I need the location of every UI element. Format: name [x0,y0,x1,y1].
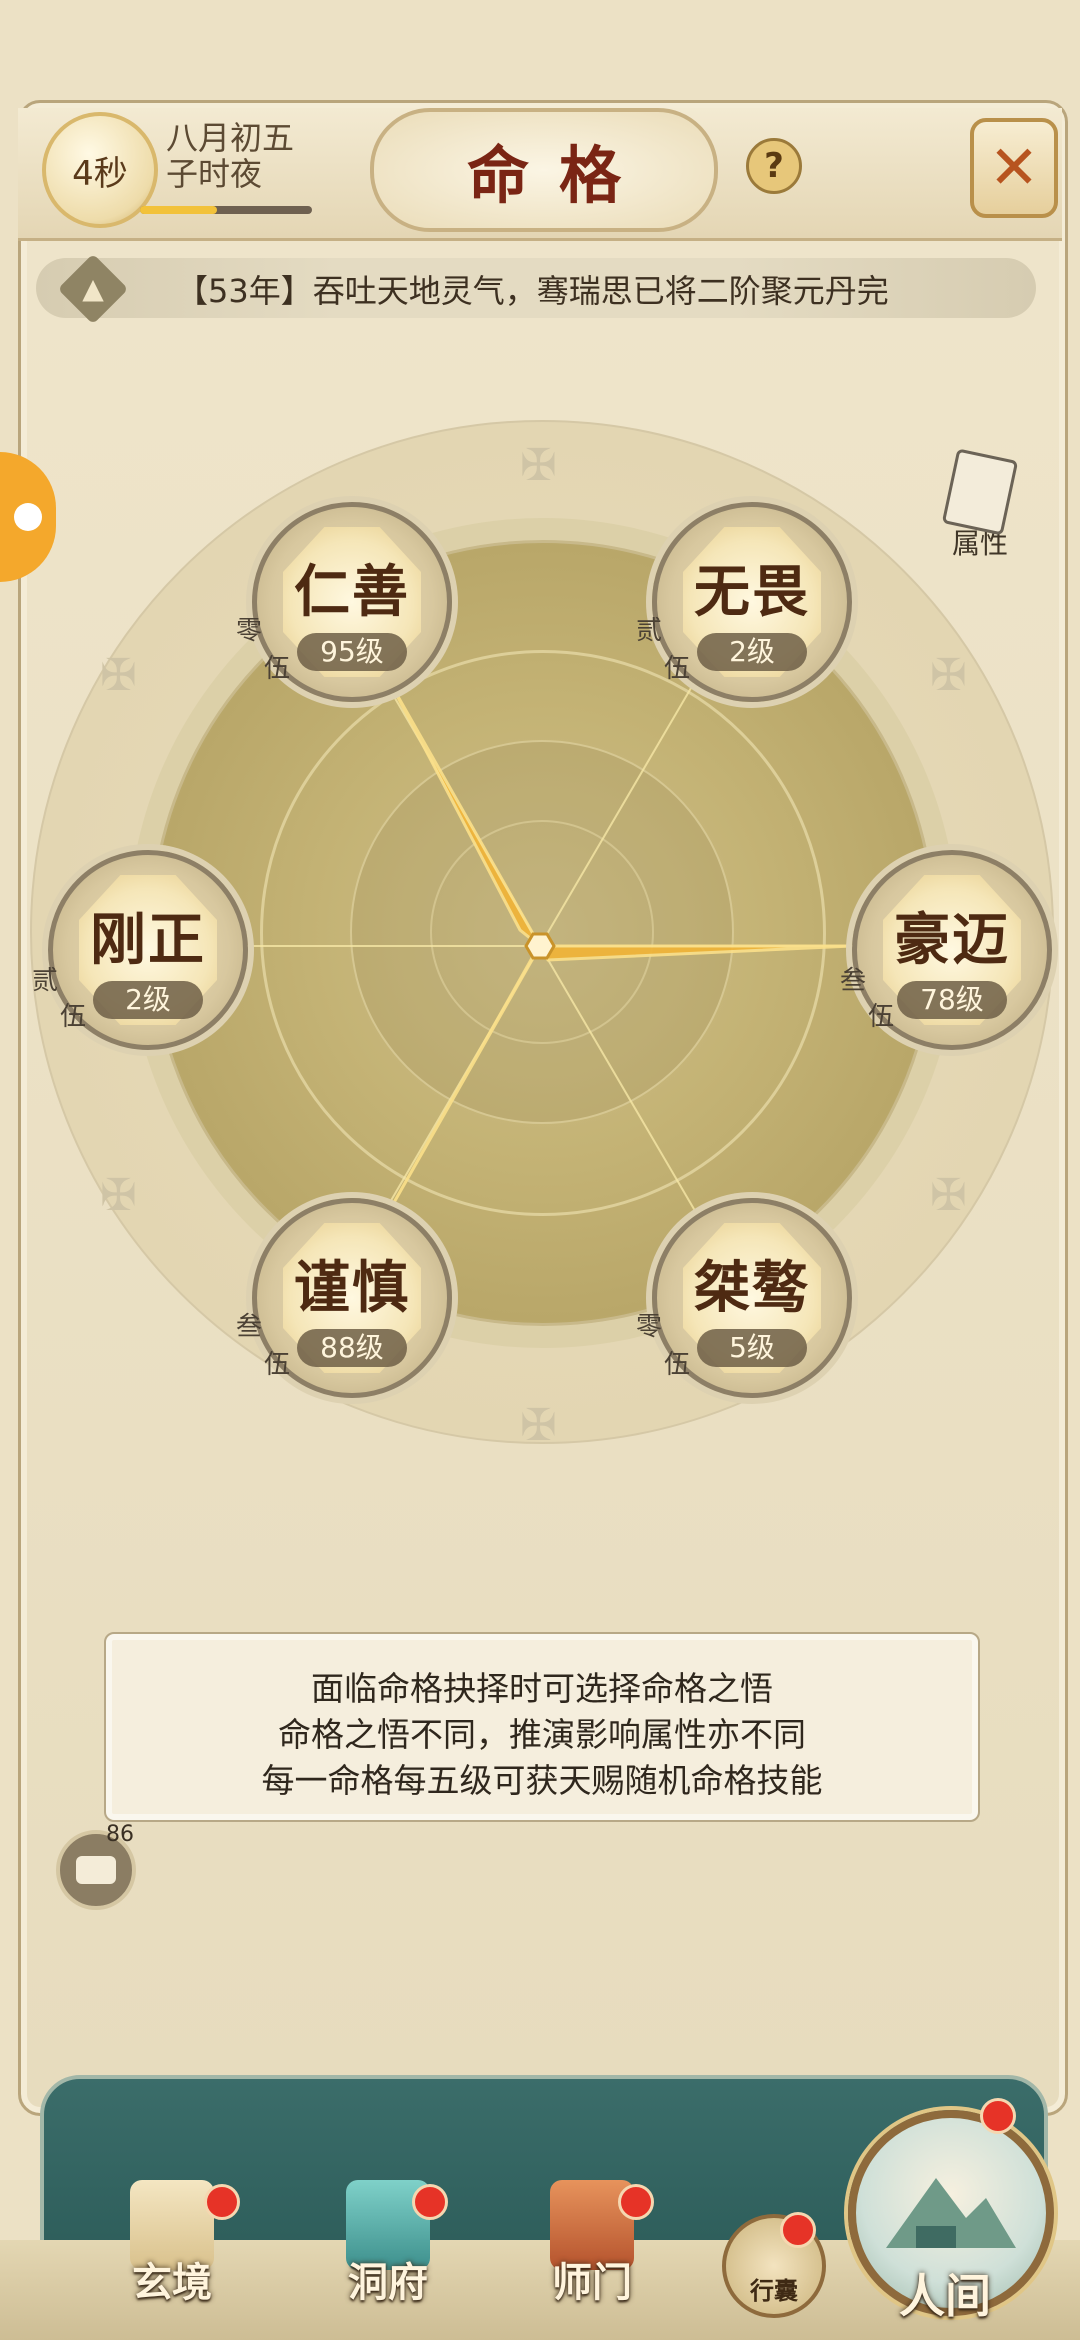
info-line-2: 命格之悟不同，推演影响属性亦不同 [278,1715,806,1754]
node-tag: 伍 [264,654,291,684]
chat-icon [76,1856,116,1884]
node-tag: 零 [636,1312,663,1342]
node-level: 78级 [897,981,1007,1019]
nav-label: 师门 [552,2259,632,2306]
notification-badge [980,2098,1016,2134]
center-hex [524,932,556,960]
world-label: 人间 [899,2269,991,2323]
nav-label: 洞府 [348,2259,428,2306]
chat-unread-count: 86 [106,1822,134,1847]
destiny-radar [148,617,932,1275]
notification-badge [780,2212,816,2248]
bag-label: 行囊 [750,2277,798,2305]
node-name: 谨慎 [294,1255,410,1321]
node-name: 无畏 [694,559,810,625]
node-tag: 伍 [664,1350,691,1380]
node-level: 5级 [697,1329,807,1367]
node-tag: 叁 [840,966,867,996]
info-line-3: 每一命格每五级可获天赐随机命格技能 [261,1761,823,1800]
node-name: 刚正 [90,907,206,973]
node-tag: 叁 [236,1312,263,1342]
node-name: 仁善 [294,559,410,625]
node-tag: 贰 [32,966,59,996]
node-tag: 伍 [664,654,691,684]
node-tag: 伍 [264,1350,291,1380]
node-level: 2级 [93,981,203,1019]
node-name: 豪迈 [894,907,1010,973]
notification-badge [412,2184,448,2220]
notification-badge [618,2184,654,2220]
node-tag: 伍 [60,1002,87,1032]
node-level: 88级 [297,1329,407,1367]
notification-badge [204,2184,240,2220]
node-level: 95级 [297,633,407,671]
node-name: 桀骜 [694,1255,810,1321]
node-tag: 贰 [636,616,663,646]
nav-item-xuanjing[interactable]: 玄境 [130,2180,214,2308]
node-level: 2级 [697,633,807,671]
node-tag: 零 [236,616,263,646]
info-line-1: 面临命格抉择时可选择命格之悟 [311,1669,773,1708]
nav-label: 玄境 [132,2259,212,2306]
node-tag: 伍 [868,1002,895,1032]
info-box: 面临命格抉择时可选择命格之悟 命格之悟不同，推演影响属性亦不同 每一命格每五级可… [104,1632,980,1822]
